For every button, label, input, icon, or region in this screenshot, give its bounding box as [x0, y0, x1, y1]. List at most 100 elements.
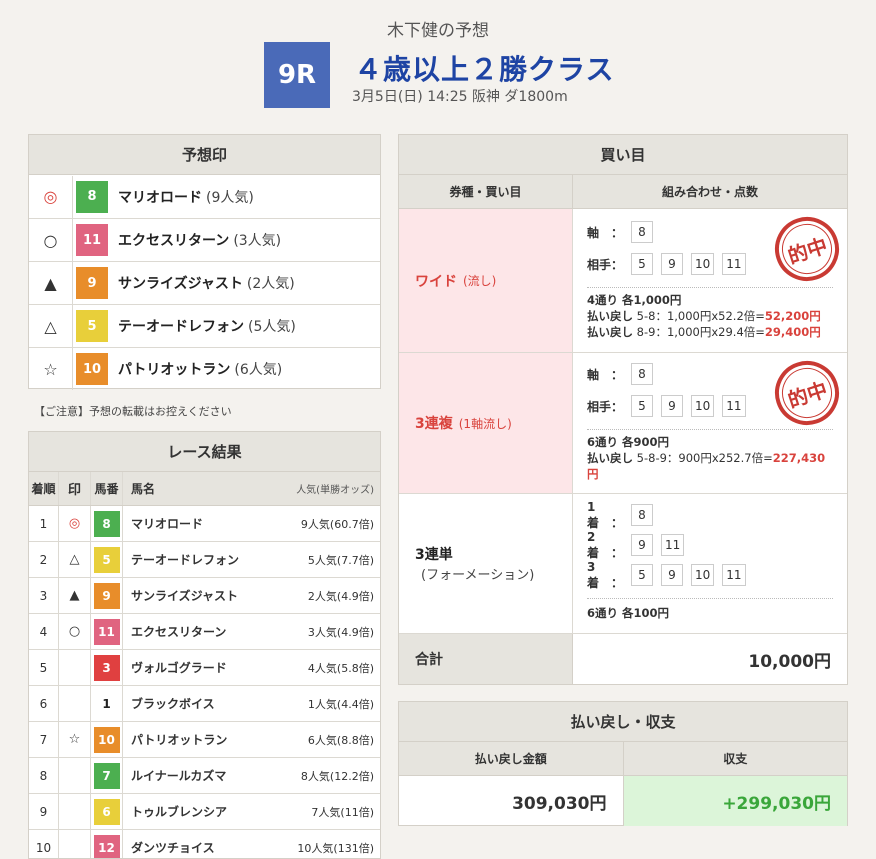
prediction-row: ▲ 9 サンライズジャスト (2人気) — [29, 261, 380, 304]
race-results-panel: レース結果 着順 印 馬番 馬名 人気(単勝オッズ) 1 ◎ 8 マリオロード 9人気(… — [28, 431, 381, 859]
result-mark: △ — [59, 542, 91, 577]
prediction-row: ○ 11 エクセスリターン (3人気) — [29, 218, 380, 261]
horse-number-badge: 7 — [93, 762, 120, 789]
result-mark: ○ — [59, 614, 91, 649]
bets-header-type: 券種・買い目 — [399, 175, 573, 208]
result-rank: 5 — [29, 650, 59, 685]
race-number-badge: 9R — [264, 42, 330, 108]
prediction-list: ◎ 8 マリオロード (9人気) ○ 11 エクセスリターン (3人気) ▲ 9 サンライズジャスト… — [29, 175, 380, 390]
horse-popularity: (2人気) — [246, 276, 295, 292]
horse-number-badge: 9 — [93, 582, 120, 609]
horse-name: テーオードレフォン — [118, 319, 244, 335]
returns-panel: 払い戻し・収支 払い戻し金額 収支 309,030円 +299,030円 — [398, 701, 848, 826]
horse-odds: 7人気(11倍) — [311, 805, 374, 819]
horse-name: エクセスリターン — [131, 625, 227, 639]
trifecta-third-line: 3着 ： 5 9 10 11 — [587, 560, 833, 590]
table-row: 9 6 トゥルブレンシア 7人気(11倍) — [29, 794, 380, 830]
bet-sub-trio: (1軸流し) — [458, 416, 512, 431]
result-mark — [59, 650, 91, 685]
trifecta-second-line: 2着 ： 9 11 — [587, 530, 833, 560]
header-name: 馬名 — [131, 482, 156, 496]
prediction-row: ☆ 10 パトリオットラン (6人気) — [29, 347, 380, 390]
results-header-row: 着順 印 馬番 馬名 人気(単勝オッズ) — [29, 472, 380, 506]
author-title: 木下健の予想 — [387, 21, 489, 41]
horse-number-badge: 10 — [76, 353, 108, 385]
bet-sub-wide: (流し) — [463, 274, 497, 288]
prediction-mark: ☆ — [29, 348, 73, 390]
bets-panel: 買い目 券種・買い目 組み合わせ・点数 ワイド (流し) 軸 ： 8 相手： 5… — [398, 134, 848, 685]
race-info: 3月5日(日) 14:25 阪神 ダ1800m — [352, 89, 568, 105]
prediction-mark: ▲ — [29, 262, 73, 304]
header-rank: 着順 — [29, 472, 59, 505]
table-row: 4 ○ 11 エクセスリターン 3人気(4.9倍) — [29, 614, 380, 650]
bets-title: 買い目 — [399, 135, 847, 175]
bet-type-trifecta: 3連単 — [415, 547, 453, 563]
prediction-mark: ○ — [29, 219, 73, 261]
horse-name: ダンツチョイス — [131, 841, 215, 855]
reprint-notice: 【ご注意】予想の転載はお控えください — [34, 405, 232, 418]
trio-count: 6通り 各900円 — [587, 435, 670, 449]
result-rank: 1 — [29, 506, 59, 541]
result-rank: 8 — [29, 758, 59, 793]
horse-odds: 9人気(60.7倍) — [300, 517, 374, 531]
bets-total-row: 合計 10,000円 — [399, 634, 847, 684]
horse-name: テーオードレフォン — [131, 553, 240, 567]
returns-header-row: 払い戻し金額 収支 — [399, 742, 847, 776]
horse-number-badge: 5 — [93, 546, 120, 573]
result-mark — [59, 794, 91, 829]
table-row: 6 1 ブラックボイス 1人気(4.4倍) — [29, 686, 380, 722]
bet-sub-trifecta: (フォーメーション) — [421, 568, 535, 583]
result-mark: ▲ — [59, 578, 91, 613]
horse-number-badge: 8 — [76, 180, 108, 213]
bet-type-wide: ワイド — [415, 273, 457, 290]
horse-number-badge: 11 — [76, 224, 108, 256]
table-row: 7 ☆ 10 パトリオットラン 6人気(8.8倍) — [29, 722, 380, 758]
prediction-panel: 予想印 ◎ 8 マリオロード (9人気) ○ 11 エクセスリターン (3人気) ▲ 9 サンライズ… — [28, 134, 381, 390]
trifecta-first-line: 1着 ： 8 — [587, 500, 833, 530]
horse-odds: 6人気(8.8倍) — [307, 733, 374, 747]
result-mark: ☆ — [59, 722, 91, 757]
horse-number-badge: 10 — [93, 726, 120, 753]
horse-name: マリオロード — [131, 517, 204, 531]
returns-header-balance: 収支 — [723, 752, 748, 766]
result-mark — [59, 758, 91, 793]
horse-number-badge: 12 — [93, 834, 120, 858]
horse-odds: 8人気(12.2倍) — [300, 769, 374, 783]
result-rank: 6 — [29, 686, 59, 721]
horse-name: サンライズジャスト — [118, 276, 243, 292]
prediction-mark: △ — [29, 305, 73, 347]
result-mark — [59, 830, 91, 858]
horse-name: パトリオットラン — [131, 733, 228, 747]
horse-popularity: (5人気) — [248, 319, 296, 335]
horse-name: トゥルブレンシア — [131, 805, 228, 819]
race-title: ４歳以上２勝クラス — [354, 53, 615, 86]
result-rank: 4 — [29, 614, 59, 649]
header-num: 馬番 — [91, 472, 123, 505]
table-row: 8 7 ルイナールカズマ 8人気(12.2倍) — [29, 758, 380, 794]
horse-number-badge: 3 — [93, 654, 120, 681]
race-header: 木下健の予想 9R ４歳以上２勝クラス 3月5日(日) 14:25 阪神 ダ18… — [0, 0, 876, 120]
horse-odds: 1人気(4.4倍) — [307, 697, 374, 711]
wide-payout-1: 払い戻し 5-8：1,000円x52.2倍=52,200円 — [587, 309, 821, 323]
horse-popularity: (6人気) — [234, 362, 283, 378]
horse-name: ヴォルゴグラード — [131, 661, 227, 675]
prediction-row: ◎ 8 マリオロード (9人気) — [29, 175, 380, 218]
prediction-row: △ 5 テーオードレフォン (5人気) — [29, 304, 380, 347]
result-rank: 7 — [29, 722, 59, 757]
bet-row-trio: 3連複 (1軸流し) 軸 ： 8 相手： 5 9 10 11 6通り 各900円… — [399, 352, 848, 494]
table-row: 2 △ 5 テーオードレフォン 5人気(7.7倍) — [29, 542, 380, 578]
wide-payout-2: 払い戻し 8-9：1,000円x29.4倍=29,400円 — [587, 325, 821, 339]
horse-popularity: (9人気) — [206, 189, 254, 206]
results-title: レース結果 — [29, 432, 380, 472]
wide-axis-box: 8 — [631, 221, 653, 243]
returns-header-amount: 払い戻し金額 — [399, 742, 624, 775]
horse-number-badge: 5 — [76, 310, 108, 342]
prediction-mark: ◎ — [29, 175, 73, 218]
horse-name: サンライズジャスト — [131, 589, 239, 603]
result-mark — [59, 686, 91, 721]
total-label: 合計 — [399, 634, 573, 684]
wide-count: 4通り 各1,000円 — [587, 293, 682, 307]
table-row: 5 3 ヴォルゴグラード 4人気(5.8倍) — [29, 650, 380, 686]
table-row: 1 ◎ 8 マリオロード 9人気(60.7倍) — [29, 506, 380, 542]
returns-amount: 309,030円 — [399, 776, 624, 826]
